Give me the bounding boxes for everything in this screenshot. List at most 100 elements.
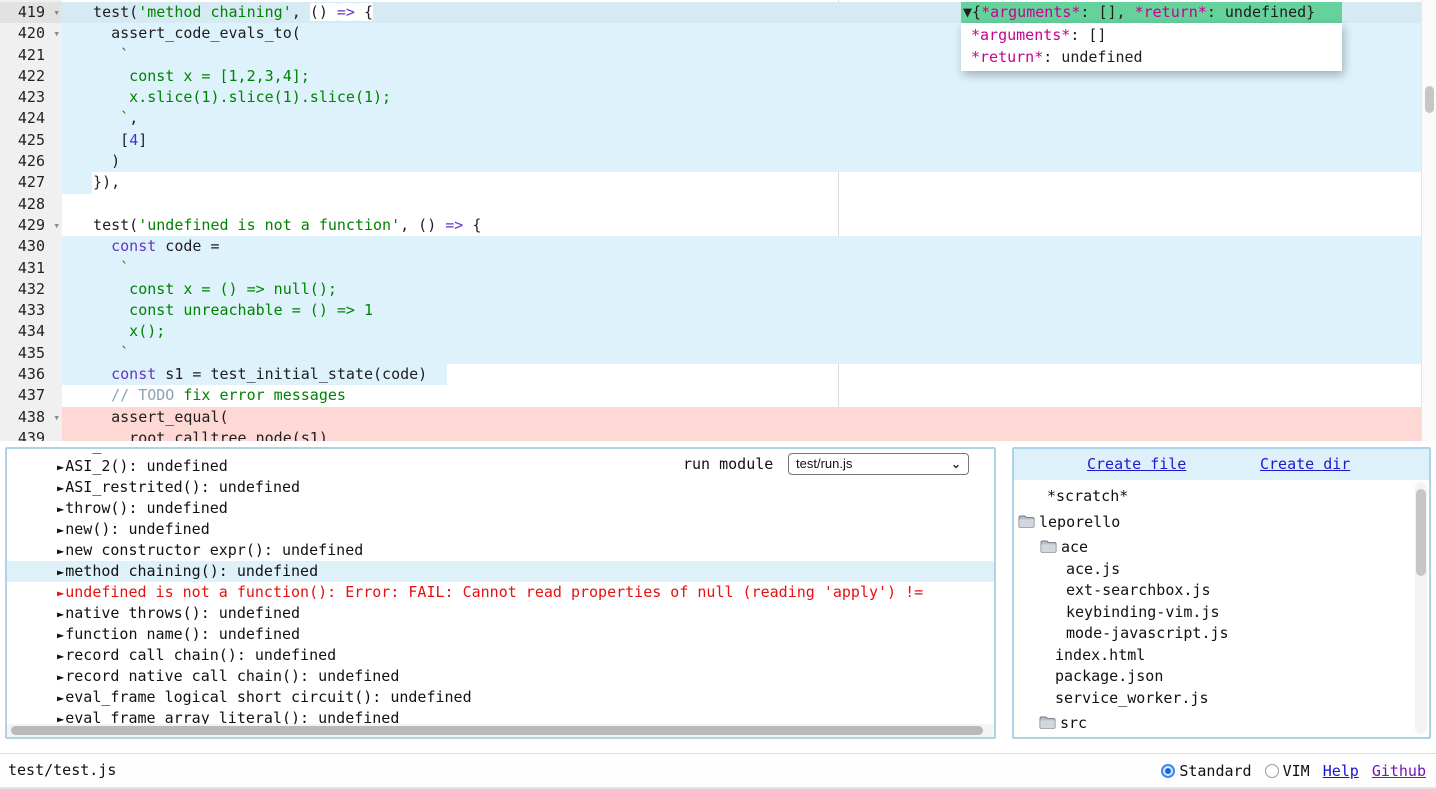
file-tree-item[interactable]: service_worker.js bbox=[1014, 688, 1415, 710]
test-result-row[interactable]: ►undefined is not a function(): Error: F… bbox=[7, 582, 994, 603]
editor-scrollbar[interactable] bbox=[1421, 0, 1436, 441]
test-result-row[interactable]: ►record call chain(): undefined bbox=[7, 645, 994, 666]
expand-arrow-icon[interactable]: ► bbox=[57, 523, 64, 537]
code-line[interactable]: 437 // TODO fix error messages bbox=[0, 385, 1421, 406]
code-cell[interactable]: }), bbox=[62, 172, 1421, 193]
code-line[interactable]: 431 ` bbox=[0, 258, 1421, 279]
results-horizontal-scrollbar[interactable] bbox=[7, 724, 994, 737]
expand-arrow-icon[interactable]: ► bbox=[57, 452, 64, 453]
test-result-row[interactable]: ►method chaining(): undefined bbox=[7, 561, 994, 582]
expand-arrow-icon[interactable]: ► bbox=[57, 586, 64, 600]
code-cell[interactable]: const s1 = test_initial_state(code) bbox=[62, 364, 1421, 385]
tooltip-header[interactable]: ▼{*arguments*: [], *return*: undefined} bbox=[961, 2, 1342, 23]
code-line[interactable]: 426 ) bbox=[0, 151, 1421, 172]
code-cell[interactable]: // TODO fix error messages bbox=[62, 385, 1421, 406]
code-line[interactable]: 436 const s1 = test_initial_state(code) bbox=[0, 364, 1421, 385]
code-line[interactable]: 429▾ test('undefined is not a function',… bbox=[0, 215, 1421, 236]
code-cell[interactable]: const x = () => null(); bbox=[62, 279, 1421, 300]
file-tree-item[interactable]: ace.js bbox=[1014, 559, 1415, 581]
fold-arrow-icon[interactable]: ▾ bbox=[53, 407, 60, 428]
expand-arrow-icon[interactable]: ► bbox=[57, 544, 64, 558]
test-result-row[interactable]: ►throw(): undefined bbox=[7, 498, 994, 519]
fold-arrow-icon[interactable]: ▾ bbox=[53, 215, 60, 236]
fold-arrow-icon[interactable]: ▾ bbox=[53, 23, 60, 44]
fold-arrow-icon[interactable]: ▾ bbox=[53, 2, 60, 23]
line-number: 419▾ bbox=[0, 2, 62, 23]
code-cell[interactable]: ` bbox=[62, 343, 1421, 364]
code-cell[interactable]: ` bbox=[62, 258, 1421, 279]
expand-arrow-icon[interactable]: ► bbox=[57, 670, 64, 684]
expand-arrow-icon[interactable]: ► bbox=[57, 481, 64, 495]
code-editor[interactable]: 419▾ test('method chaining', () => {420▾… bbox=[0, 0, 1436, 441]
files-scrollbar[interactable] bbox=[1415, 482, 1427, 734]
test-result-row[interactable]: ►ASI_restrited(): undefined bbox=[7, 477, 994, 498]
file-tree-item[interactable]: src bbox=[1014, 713, 1415, 735]
mode-option-vim[interactable]: VIM bbox=[1265, 762, 1310, 780]
mode-option-standard[interactable]: Standard bbox=[1161, 762, 1251, 780]
results-scrollbar-thumb[interactable] bbox=[11, 726, 983, 735]
code-token: s1 = test_initial_state(code) bbox=[156, 365, 427, 383]
tooltip-entry[interactable]: *return*: undefined bbox=[961, 47, 1342, 68]
code-cell[interactable]: x(); bbox=[62, 321, 1421, 342]
code-line[interactable]: 428 bbox=[0, 194, 1421, 215]
file-tree-item[interactable]: ast_utils.js bbox=[1014, 735, 1415, 738]
code-cell[interactable]: assert_equal( bbox=[62, 407, 1421, 428]
code-line[interactable]: 438▾ assert_equal( bbox=[0, 407, 1421, 428]
expand-arrow-icon[interactable]: ► bbox=[57, 691, 64, 705]
editor-scrollbar-thumb[interactable] bbox=[1425, 86, 1434, 113]
code-line[interactable]: 424 `, bbox=[0, 108, 1421, 129]
test-result-row[interactable]: ►eval_frame logical short circuit(): und… bbox=[7, 687, 994, 708]
help-link[interactable]: Help bbox=[1323, 762, 1359, 780]
file-tree-item[interactable]: mode-javascript.js bbox=[1014, 623, 1415, 645]
file-tree-item[interactable]: ext-searchbox.js bbox=[1014, 580, 1415, 602]
code-token bbox=[75, 365, 111, 383]
file-tree-item[interactable]: package.json bbox=[1014, 666, 1415, 688]
code-cell[interactable]: const unreachable = () => 1 bbox=[62, 300, 1421, 321]
radio-standard-icon[interactable] bbox=[1161, 764, 1175, 778]
expand-arrow-icon[interactable]: ► bbox=[57, 502, 64, 516]
test-result-row[interactable]: ►new(): undefined bbox=[7, 519, 994, 540]
expand-arrow-icon[interactable]: ► bbox=[57, 607, 64, 621]
file-tree-item[interactable]: ace bbox=[1014, 537, 1415, 559]
test-result-row[interactable]: ►record native call chain(): undefined bbox=[7, 666, 994, 687]
code-line[interactable]: 439 root_calltree_node(s1) bbox=[0, 428, 1421, 441]
expand-arrow-icon[interactable]: ► bbox=[57, 565, 64, 579]
code-line[interactable]: 433 const unreachable = () => 1 bbox=[0, 300, 1421, 321]
files-scrollbar-thumb[interactable] bbox=[1416, 489, 1426, 576]
test-result-row[interactable]: ►native throws(): undefined bbox=[7, 603, 994, 624]
file-tree-item[interactable]: *scratch* bbox=[1014, 486, 1415, 508]
tooltip-entry[interactable]: *arguments*: [] bbox=[961, 25, 1342, 46]
code-line[interactable]: 432 const x = () => null(); bbox=[0, 279, 1421, 300]
code-line[interactable]: 425 [4] bbox=[0, 130, 1421, 151]
code-line[interactable]: 434 x(); bbox=[0, 321, 1421, 342]
radio-vim-icon[interactable] bbox=[1265, 764, 1279, 778]
line-number: 420▾ bbox=[0, 23, 62, 44]
code-cell[interactable]: [4] bbox=[62, 130, 1421, 151]
expand-arrow-icon[interactable]: ► bbox=[57, 628, 64, 642]
code-cell[interactable]: ) bbox=[62, 151, 1421, 172]
code-cell[interactable] bbox=[62, 194, 1421, 215]
create-file-link[interactable]: Create file bbox=[1087, 455, 1186, 473]
file-tree-item[interactable]: index.html bbox=[1014, 645, 1415, 667]
code-line[interactable]: 430 const code = bbox=[0, 236, 1421, 257]
create-dir-link[interactable]: Create dir bbox=[1260, 455, 1350, 473]
code-cell[interactable]: const code = bbox=[62, 236, 1421, 257]
code-line[interactable]: 423 x.slice(1).slice(1).slice(1); bbox=[0, 87, 1421, 108]
code-token: const x = [1,2,3,4]; bbox=[75, 67, 310, 85]
file-tree-item[interactable]: leporello bbox=[1014, 512, 1415, 534]
code-cell[interactable]: `, bbox=[62, 108, 1421, 129]
expand-arrow-icon[interactable]: ► bbox=[57, 460, 64, 474]
test-result-row[interactable]: ►new constructor expr(): undefined bbox=[7, 540, 994, 561]
code-line[interactable]: 435 ` bbox=[0, 343, 1421, 364]
test-result-row[interactable]: ►function name(): undefined bbox=[7, 624, 994, 645]
test-results-list: ►ASI_1(): undefined►ASI_2(): undefined►A… bbox=[7, 452, 994, 729]
code-line[interactable]: 427 }), bbox=[0, 172, 1421, 193]
expand-arrow-icon[interactable]: ► bbox=[57, 649, 64, 663]
code-cell[interactable]: x.slice(1).slice(1).slice(1); bbox=[62, 87, 1421, 108]
run-module-select[interactable]: test/run.js ⌄ bbox=[788, 453, 969, 475]
code-cell[interactable]: test('undefined is not a function', () =… bbox=[62, 215, 1421, 236]
code-token: ] bbox=[138, 131, 147, 149]
github-link[interactable]: Github bbox=[1372, 762, 1426, 780]
code-cell[interactable]: root_calltree_node(s1) bbox=[62, 428, 1421, 441]
file-tree-item[interactable]: keybinding-vim.js bbox=[1014, 602, 1415, 624]
